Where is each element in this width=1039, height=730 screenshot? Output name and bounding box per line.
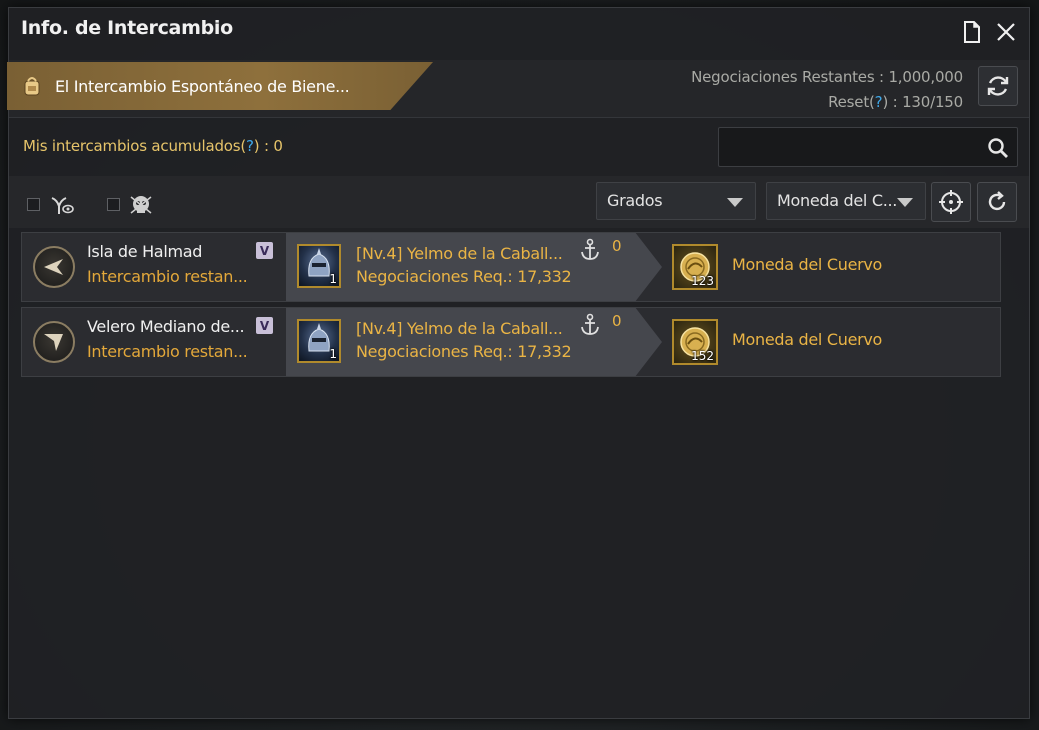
item-count: 1 (329, 272, 337, 286)
event-banner-label: El Intercambio Espontáneo de Biene... (55, 76, 350, 96)
currency-dropdown[interactable]: Moneda del C... (766, 182, 926, 220)
anchor-count: 0 (612, 312, 622, 330)
accumulated-row: Mis intercambios acumulados(?) : 0 (9, 118, 1029, 176)
trade-location: Isla de Halmad (87, 242, 203, 261)
trade-info-window: Info. de Intercambio El Intercambio Espo… (7, 7, 1030, 719)
search-input[interactable] (725, 134, 975, 160)
expand-badge-label: V (259, 243, 270, 258)
grade-dropdown-label: Grados (607, 191, 663, 210)
anchor-icon (579, 238, 601, 266)
reset-suffix: ) : 130/150 (882, 93, 963, 111)
reward-name: Moneda del Cuervo (732, 330, 883, 349)
close-icon[interactable] (994, 20, 1018, 44)
locate-button[interactable] (931, 182, 971, 222)
event-banner[interactable]: El Intercambio Espontáneo de Biene... (7, 62, 433, 110)
document-icon[interactable] (960, 20, 984, 44)
refresh-icon (987, 76, 1009, 96)
reward-name: Moneda del Cuervo (732, 255, 883, 274)
item-name: [Nv.4] Yelmo de la Caball... (356, 319, 563, 338)
refresh-list-button[interactable] (977, 182, 1017, 222)
refresh-icon (988, 191, 1006, 211)
anchor-icon (579, 313, 601, 341)
item-count: 1 (329, 347, 337, 361)
banner-row: El Intercambio Espontáneo de Biene... Ne… (7, 60, 1029, 118)
direction-compass-icon (33, 321, 75, 363)
search-box (718, 127, 1018, 167)
expand-badge[interactable]: V (256, 317, 273, 334)
item-requirement: Negociaciones Req.: 17,332 (356, 267, 572, 286)
reward-count: 152 (691, 349, 714, 363)
trade-location: Velero Mediano de... (87, 317, 245, 336)
title-bar: Info. de Intercambio (9, 8, 1029, 54)
helmet-item-icon[interactable]: 1 (297, 319, 341, 363)
refresh-negotiations-button[interactable] (978, 66, 1018, 106)
direction-compass-icon (33, 246, 75, 288)
chevron-down-icon (897, 198, 913, 207)
crosshair-icon (939, 190, 963, 214)
filter-row: Grados Moneda del C... (9, 176, 1029, 228)
search-icon[interactable] (987, 137, 1009, 163)
reset-prefix: Reset( (828, 93, 875, 111)
reset-info: Reset(?) : 130/150 (691, 90, 963, 115)
reward-count: 123 (691, 274, 714, 288)
ship-eye-icon (49, 192, 75, 218)
accumulated-prefix: Mis intercambios acumulados( (23, 137, 247, 155)
grade-dropdown[interactable]: Grados (596, 182, 756, 220)
helmet-item-icon[interactable]: 1 (297, 244, 341, 288)
raven-coin-icon[interactable]: 152 (672, 319, 718, 365)
trade-remaining: Intercambio restan... (87, 342, 248, 361)
item-requirement: Negociaciones Req.: 17,332 (356, 342, 572, 361)
expand-badge-label: V (259, 318, 270, 333)
filter1-checkbox[interactable] (27, 198, 40, 211)
anchor-count: 0 (612, 237, 622, 255)
accumulated-trades-label: Mis intercambios acumulados(?) : 0 (23, 137, 283, 155)
filter2-checkbox[interactable] (107, 198, 120, 211)
skull-icon (129, 192, 155, 218)
negotiations-remaining: Negociaciones Restantes : 1,000,000 (691, 68, 963, 86)
trade-row[interactable]: Isla de Halmad Intercambio restan... V 1… (21, 232, 1001, 302)
backpack-icon (21, 75, 43, 97)
trade-row[interactable]: Velero Mediano de... Intercambio restan.… (21, 307, 1001, 377)
accumulated-help-icon[interactable]: ? (246, 137, 254, 155)
negotiations-info: Negociaciones Restantes : 1,000,000 Rese… (691, 65, 963, 115)
currency-dropdown-label: Moneda del C... (777, 191, 898, 210)
item-name: [Nv.4] Yelmo de la Caball... (356, 244, 563, 263)
trade-remaining: Intercambio restan... (87, 267, 248, 286)
window-title: Info. de Intercambio (21, 17, 233, 39)
chevron-down-icon (727, 198, 743, 207)
expand-badge[interactable]: V (256, 242, 273, 259)
raven-coin-icon[interactable]: 123 (672, 244, 718, 290)
accumulated-suffix: ) : 0 (253, 137, 283, 155)
